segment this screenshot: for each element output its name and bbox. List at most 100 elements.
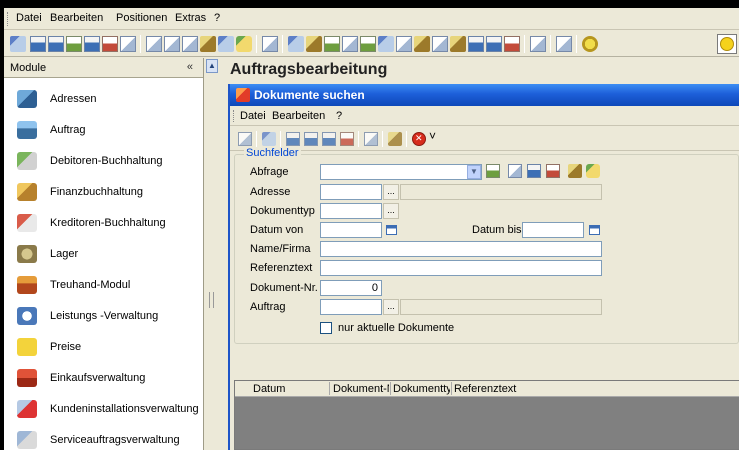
module-item-treuhand[interactable]: Treuhand-Modul: [4, 270, 204, 300]
delete-document-icon[interactable]: [340, 132, 354, 146]
column-header-datum[interactable]: Datum: [253, 383, 323, 395]
menu-grip[interactable]: [233, 110, 236, 122]
column-divider[interactable]: [451, 382, 452, 395]
accept-document-icon[interactable]: [66, 36, 82, 52]
menu-positionen[interactable]: Positionen: [116, 12, 167, 24]
back-icon[interactable]: [238, 132, 252, 146]
hint-icon[interactable]: [414, 36, 430, 52]
current-documents-checkbox[interactable]: [320, 322, 332, 334]
module-panel-title: Module: [10, 62, 47, 74]
toolbar-overflow-icon[interactable]: ˅: [429, 129, 436, 143]
referenztext-input[interactable]: [320, 260, 602, 276]
smiley-button[interactable]: [717, 34, 737, 54]
auftrag-input[interactable]: [320, 299, 382, 315]
insert-text-icon[interactable]: [450, 36, 466, 52]
chart-icon[interactable]: [236, 36, 252, 52]
edit-icon[interactable]: [388, 132, 402, 146]
dokumenttyp-input[interactable]: [320, 203, 382, 219]
module-item-einkauf[interactable]: Einkaufsverwaltung: [4, 363, 204, 393]
remove-row-icon[interactable]: [504, 36, 520, 52]
move-down-icon[interactable]: [486, 36, 502, 52]
move-up-icon[interactable]: [468, 36, 484, 52]
print-preview-icon[interactable]: [146, 36, 162, 52]
scroll-up-arrow-icon[interactable]: ▲: [206, 59, 218, 73]
menu-bearbeiten[interactable]: Bearbeiten: [50, 12, 103, 24]
module-item-lager[interactable]: Lager: [4, 239, 204, 269]
dokumenttyp-lookup-button[interactable]: ...: [383, 203, 399, 219]
panel-splitter[interactable]: ▲: [205, 58, 219, 450]
module-item-kunden[interactable]: Kundeninstallationsverwaltung: [4, 394, 204, 424]
copy-document-icon[interactable]: [304, 132, 318, 146]
copy-document-icon[interactable]: [48, 36, 64, 52]
calendar-icon[interactable]: [383, 222, 399, 238]
find-icon[interactable]: [10, 36, 26, 52]
new-document-icon[interactable]: [30, 36, 46, 52]
module-item-preise[interactable]: Preise: [4, 332, 204, 362]
find-icon[interactable]: [262, 132, 276, 146]
module-item-debitoren[interactable]: Debitoren-Buchhaltung: [4, 146, 204, 176]
dialog-menu-bearbeiten[interactable]: Bearbeiten: [272, 110, 325, 122]
move-document-icon[interactable]: [84, 36, 100, 52]
column-divider[interactable]: [390, 382, 391, 395]
clear-icon[interactable]: [586, 164, 600, 178]
collapse-icon[interactable]: «: [187, 61, 193, 73]
menu-datei[interactable]: Datei: [16, 12, 42, 24]
module-item-adressen[interactable]: Adressen: [4, 84, 204, 114]
name-firma-input[interactable]: [320, 241, 602, 257]
wizard-icon[interactable]: [306, 36, 322, 52]
insert-row-icon[interactable]: [432, 36, 448, 52]
edit-icon[interactable]: [200, 36, 216, 52]
totals-icon[interactable]: [360, 36, 376, 52]
chevron-down-icon[interactable]: ▼: [467, 165, 481, 179]
new-document-icon[interactable]: [286, 132, 300, 146]
module-item-kreditoren[interactable]: Kreditoren-Buchhaltung: [4, 208, 204, 238]
menu-extras[interactable]: Extras: [175, 12, 206, 24]
cancel-icon[interactable]: [412, 132, 426, 146]
tools-icon[interactable]: [288, 36, 304, 52]
dialog-menu-help[interactable]: ?: [336, 110, 342, 122]
print-setup-icon[interactable]: [182, 36, 198, 52]
datum-von-input[interactable]: [320, 222, 382, 238]
open-document-icon[interactable]: [120, 36, 136, 52]
current-documents-label[interactable]: nur aktuelle Dokumente: [338, 322, 454, 334]
results-grid[interactable]: Datum Dokument-N Dokumenttyp Referenztex…: [234, 380, 739, 450]
module-item-finanz[interactable]: Finanzbuchhaltung: [4, 177, 204, 207]
module-item-leistung[interactable]: Leistungs -Verwaltung: [4, 301, 204, 331]
sum-icon[interactable]: [378, 36, 394, 52]
splitter-handle[interactable]: [209, 292, 214, 308]
dokument-nr-input[interactable]: 0: [320, 280, 382, 296]
layout-icon[interactable]: [218, 36, 234, 52]
column-divider[interactable]: [329, 382, 330, 395]
add-query-icon[interactable]: [486, 164, 500, 178]
grid-icon[interactable]: [396, 36, 412, 52]
column-header-referenztext[interactable]: Referenztext: [454, 383, 554, 395]
menu-help[interactable]: ?: [214, 12, 220, 24]
window-titlebar[interactable]: Dokumente suchen: [230, 84, 739, 106]
copy-query-icon[interactable]: [508, 164, 522, 178]
properties-icon[interactable]: [262, 36, 278, 52]
abfrage-select[interactable]: [320, 164, 482, 180]
delete-document-icon[interactable]: [102, 36, 118, 52]
columns-icon[interactable]: [530, 36, 546, 52]
table-icon[interactable]: [324, 36, 340, 52]
module-item-auftrag[interactable]: Auftrag: [4, 115, 204, 145]
menu-grip[interactable]: [7, 12, 10, 26]
move-document-icon[interactable]: [322, 132, 336, 146]
zoom-icon[interactable]: [556, 36, 572, 52]
auftrag-lookup-button[interactable]: ...: [383, 299, 399, 315]
module-item-service[interactable]: Serviceauftragsverwaltung: [4, 425, 204, 450]
datum-bis-input[interactable]: [522, 222, 584, 238]
dialog-menu-datei[interactable]: Datei: [240, 110, 266, 122]
adresse-lookup-button[interactable]: ...: [383, 184, 399, 200]
calendar-icon[interactable]: [586, 222, 602, 238]
settings-icon[interactable]: [582, 36, 598, 52]
adresse-input[interactable]: [320, 184, 382, 200]
open-folder-icon[interactable]: [568, 164, 582, 178]
open-document-icon[interactable]: [364, 132, 378, 146]
edit-query-icon[interactable]: [527, 164, 541, 178]
column-header-dokument-nr[interactable]: Dokument-N: [333, 383, 389, 395]
delete-query-icon[interactable]: [546, 164, 560, 178]
column-header-dokumenttyp[interactable]: Dokumenttyp: [393, 383, 450, 395]
print-icon[interactable]: [164, 36, 180, 52]
calculator-icon[interactable]: [342, 36, 358, 52]
